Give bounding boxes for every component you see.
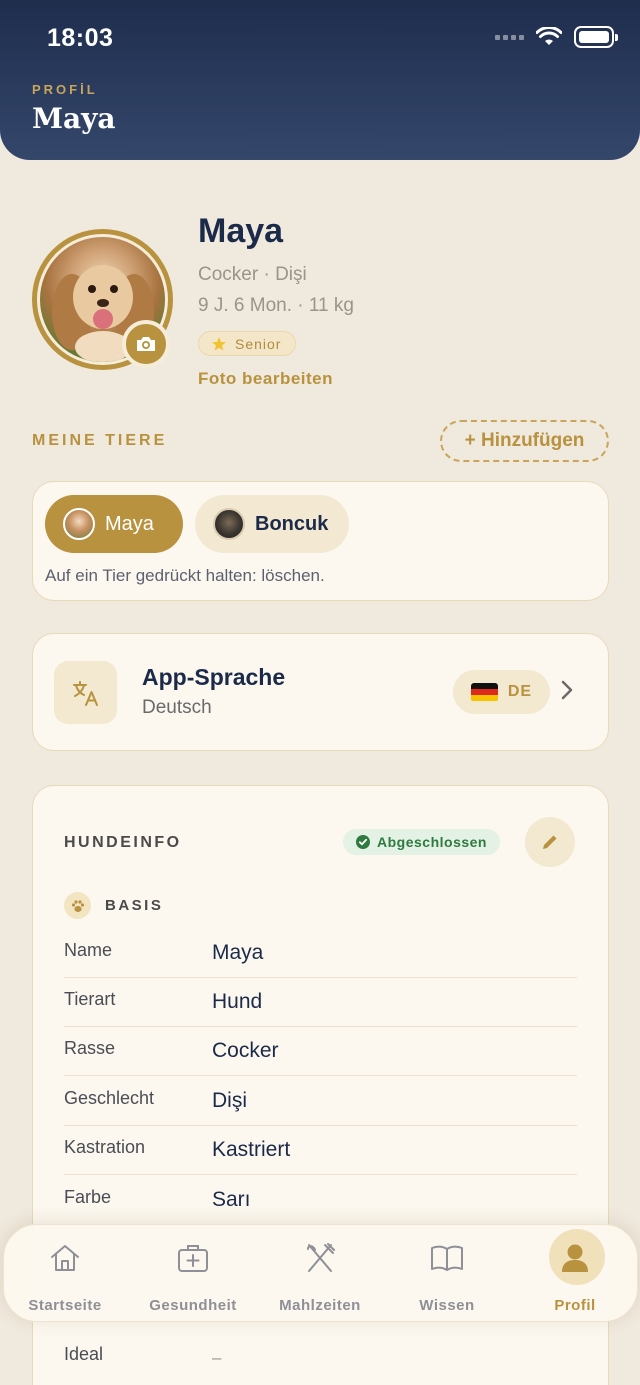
fork-knife-icon [303,1241,337,1275]
pet-breed-gender: Cocker · Dişi [198,264,307,285]
check-circle-icon [356,835,370,849]
info-row-name: Name Maya [64,928,577,978]
status-time: 18:03 [47,24,114,52]
info-row-species: Tierart Hund [64,977,577,1027]
pencil-icon [543,835,557,849]
dog-info-title: HUNDEINFO [64,834,182,851]
language-card[interactable]: App-Sprache Deutsch DE [32,633,609,751]
info-value: Hund [212,990,263,1013]
pet-chip-avatar [63,508,95,540]
info-value: – [212,1348,222,1367]
tab-health[interactable]: Gesundheit [130,1225,256,1323]
header: 18:03 PROFİL Maya [0,0,640,160]
pet-chip-label: Boncuk [255,512,329,535]
wifi-icon [536,27,562,45]
tab-label: Profil [554,1297,596,1314]
pet-name: Maya [198,212,284,250]
status-badge: Abgeschlossen [343,829,500,855]
language-code: DE [507,683,533,700]
info-value: Sarı [212,1188,251,1211]
pet-age-weight: 9 J. 6 Mon. · 11 kg [198,295,354,316]
info-key: Kastration [64,1137,146,1157]
user-icon [559,1241,591,1275]
edit-dog-info-button[interactable] [525,817,575,867]
info-key: Tierart [64,989,116,1009]
edit-photo-link[interactable]: Foto bearbeiten [198,369,333,389]
tab-label: Startseite [28,1297,102,1314]
info-key: Rasse [64,1038,116,1058]
german-flag-icon [470,682,498,702]
translate-icon [54,661,117,724]
pet-chip-maya[interactable]: Maya [45,495,183,553]
info-value: Dişi [212,1089,247,1112]
add-pet-button[interactable]: + Hinzufügen [440,420,609,462]
tab-label: Gesundheit [149,1297,237,1314]
basis-section-label: BASIS [105,897,164,914]
language-title: App-Sprache [142,664,286,690]
tab-knowledge[interactable]: Wissen [384,1225,510,1323]
language-code-pill: DE [453,670,550,714]
star-icon [212,336,226,351]
medical-kit-icon [176,1241,210,1275]
info-row-gender: Geschlecht Dişi [64,1076,577,1126]
tab-meals[interactable]: Mahlzeiten [257,1225,383,1323]
pets-card: Maya Boncuk Auf ein Tier gedrückt halten… [32,481,609,601]
cellular-signal-icon [495,34,524,40]
paw-icon [64,892,91,919]
pet-chip-avatar [213,508,245,540]
info-key: Farbe [64,1187,112,1207]
info-value: Kastriert [212,1138,291,1161]
info-value: Maya [212,941,264,964]
header-kicker: PROFİL [32,82,98,97]
tab-bar: Startseite Gesundheit Mahlzeiten Wissen [3,1224,638,1322]
book-icon [429,1241,465,1275]
battery-icon [574,26,618,48]
my-pets-label: MEINE TIERE [32,432,168,449]
info-value: Cocker [212,1039,279,1062]
status-icons [495,26,618,48]
status-badge-label: Abgeschlossen [377,834,487,850]
senior-badge-label: Senior [235,335,282,352]
page-title: Maya [32,102,116,135]
info-row-neutered: Kastration Kastriert [64,1125,577,1175]
language-value: Deutsch [142,697,212,718]
home-icon [48,1241,82,1275]
tab-home[interactable]: Startseite [2,1225,128,1323]
info-key: Geschlecht [64,1088,155,1108]
tab-label: Wissen [419,1297,475,1314]
info-row-breed: Rasse Cocker [64,1026,577,1076]
change-photo-button[interactable] [122,320,170,368]
senior-badge: Senior [198,331,297,356]
pets-hint: Auf ein Tier gedrückt halten: löschen. [45,566,325,585]
camera-icon [137,337,155,351]
pet-chip-boncuk[interactable]: Boncuk [195,495,349,553]
add-pet-button-label: + Hinzufügen [464,430,585,451]
tab-label: Mahlzeiten [279,1297,361,1314]
info-key: Ideal [64,1344,104,1364]
info-key: Name [64,940,113,960]
tab-profile[interactable]: Profil [512,1225,638,1323]
info-row-color: Farbe Sarı [64,1175,577,1225]
pet-chip-label: Maya [105,512,154,535]
chevron-right-icon [561,680,573,700]
